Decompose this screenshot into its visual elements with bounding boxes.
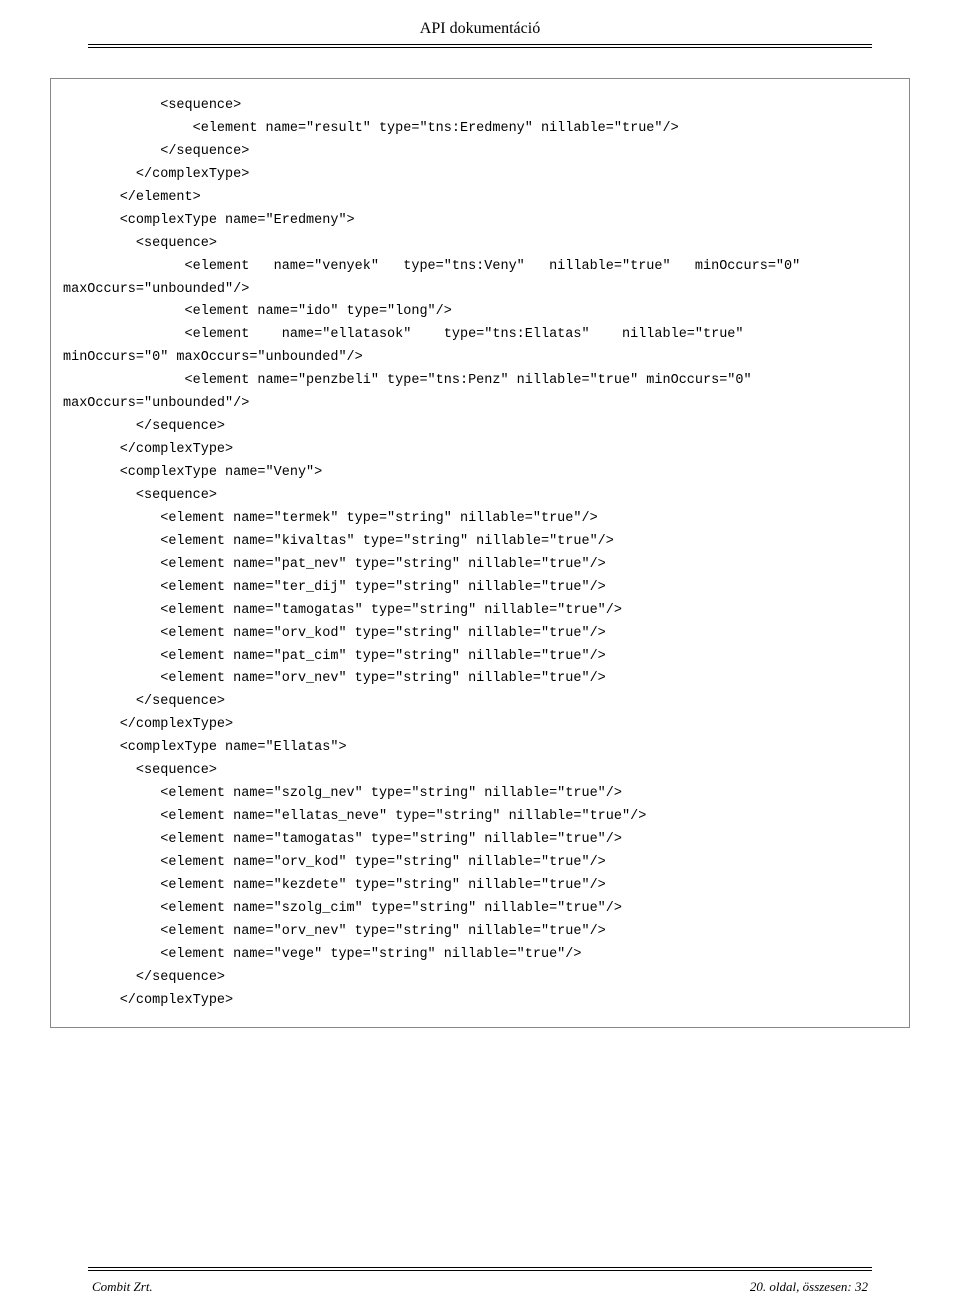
footer-row: Combit Zrt. 20. oldal, összesen: 32	[50, 1279, 910, 1295]
page-footer: Combit Zrt. 20. oldal, összesen: 32	[50, 1267, 910, 1295]
code-block: <sequence> <element name="result" type="…	[50, 78, 910, 1028]
footer-right: 20. oldal, összesen: 32	[750, 1279, 868, 1295]
footer-rule-2	[88, 1270, 872, 1271]
header-rule-1	[88, 44, 872, 45]
page-header-title: API dokumentáció	[50, 20, 910, 38]
page: API dokumentáció <sequence> <element nam…	[0, 0, 960, 1315]
footer-left: Combit Zrt.	[92, 1279, 153, 1295]
header-rule-2	[88, 47, 872, 48]
footer-rule-1	[88, 1267, 872, 1268]
